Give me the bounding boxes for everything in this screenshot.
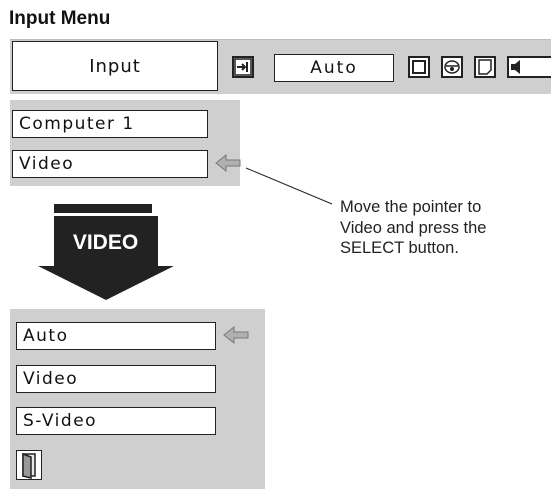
arrow-bar [54,204,152,213]
transition-label: VIDEO [72,231,139,254]
callout-line: Video and press the [340,218,487,237]
pointer-icon [222,324,250,351]
down-arrow-icon [38,216,174,300]
video-item-s-video[interactable]: S-Video [16,407,216,435]
callout-line: Move the pointer to [340,198,482,216]
exit-button[interactable] [16,450,42,480]
video-item-auto[interactable]: Auto [16,322,216,350]
callout-line: SELECT button. [340,239,459,257]
door-exit-icon [22,452,36,479]
callout-text: Move the pointer to Video and press the … [340,197,486,259]
video-item-video[interactable]: Video [16,365,216,393]
